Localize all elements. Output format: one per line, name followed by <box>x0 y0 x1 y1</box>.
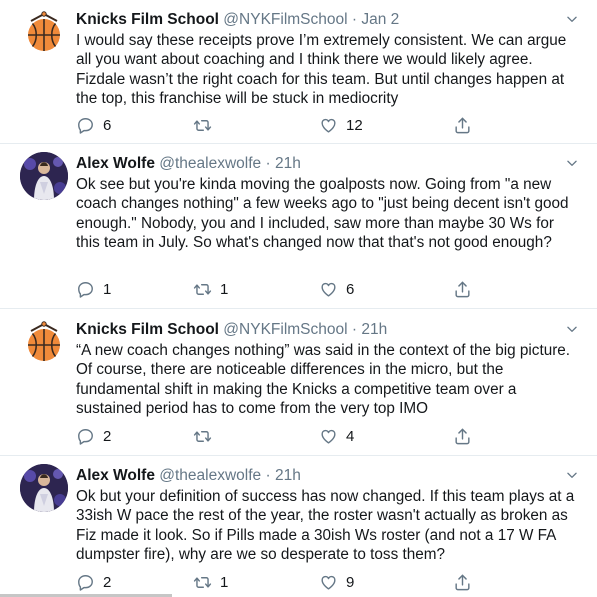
tweet-actions: 1 1 6 <box>76 278 516 300</box>
retweet-count: 1 <box>220 280 229 298</box>
share-button[interactable] <box>453 425 472 447</box>
tweet-actions: 2 4 <box>76 425 516 447</box>
share-button[interactable] <box>453 571 472 593</box>
author-name[interactable]: Knicks Film School <box>76 11 219 28</box>
heart-icon <box>319 116 338 135</box>
reply-count: 6 <box>103 116 112 134</box>
basketball-logo-icon <box>20 318 68 366</box>
share-icon <box>453 427 472 446</box>
reply-icon <box>76 427 95 446</box>
tweet-actions: 6 12 <box>76 114 516 136</box>
tweet-text: Ok see but you're kinda moving the goalp… <box>76 176 569 252</box>
retweet-icon <box>193 427 212 446</box>
tweet-text: I would say these receipts prove I’m ext… <box>76 32 567 108</box>
like-button[interactable]: 4 <box>319 425 354 447</box>
reply-icon <box>76 116 95 135</box>
avatar[interactable] <box>20 464 68 512</box>
share-button[interactable] <box>453 278 472 300</box>
retweet-icon <box>193 573 212 592</box>
heart-icon <box>319 280 338 299</box>
chevron-down-icon[interactable] <box>565 468 579 482</box>
reply-button[interactable]: 2 <box>76 571 111 593</box>
heart-icon <box>319 427 338 446</box>
tweet-header: Alex Wolfe @thealexwolfe · 21h <box>76 154 301 174</box>
person-photo-icon <box>20 152 68 200</box>
author-handle[interactable]: @NYKFilmSchool <box>223 11 347 28</box>
share-button[interactable] <box>453 114 472 136</box>
timestamp[interactable]: 21h <box>361 321 387 338</box>
like-button[interactable]: 9 <box>319 571 354 593</box>
author-name[interactable]: Knicks Film School <box>76 321 219 338</box>
tweet-header: Knicks Film School @NYKFilmSchool · 21h <box>76 320 387 340</box>
like-count: 12 <box>346 116 363 134</box>
reply-count: 2 <box>103 573 112 591</box>
timestamp[interactable]: 21h <box>275 155 301 172</box>
reply-count: 2 <box>103 427 112 445</box>
person-photo-icon <box>20 464 68 512</box>
divider <box>0 455 597 456</box>
retweet-count: 1 <box>220 573 229 591</box>
separator: · <box>265 155 271 172</box>
like-count: 9 <box>346 573 355 591</box>
chevron-down-icon[interactable] <box>565 322 579 336</box>
avatar[interactable] <box>20 8 68 56</box>
author-handle[interactable]: @thealexwolfe <box>159 155 261 172</box>
heart-icon <box>319 573 338 592</box>
timestamp[interactable]: 21h <box>275 467 301 484</box>
retweet-button[interactable]: 1 <box>193 571 228 593</box>
tweet-text: “A new coach changes nothing” was said i… <box>76 342 571 418</box>
reply-icon <box>76 280 95 299</box>
tweet-header: Knicks Film School @NYKFilmSchool · Jan … <box>76 10 399 30</box>
reply-button[interactable]: 2 <box>76 425 111 447</box>
timestamp[interactable]: Jan 2 <box>361 11 399 28</box>
separator: · <box>265 467 271 484</box>
retweet-button[interactable] <box>193 425 220 447</box>
reply-button[interactable]: 6 <box>76 114 111 136</box>
tweet-text: Ok but your definition of success has no… <box>76 488 575 564</box>
like-button[interactable]: 12 <box>319 114 363 136</box>
reply-button[interactable]: 1 <box>76 278 111 300</box>
retweet-icon <box>193 280 212 299</box>
retweet-icon <box>193 116 212 135</box>
avatar[interactable] <box>20 318 68 366</box>
chevron-down-icon[interactable] <box>565 12 579 26</box>
author-name[interactable]: Alex Wolfe <box>76 155 155 172</box>
author-handle[interactable]: @NYKFilmSchool <box>223 321 347 338</box>
divider <box>0 308 597 309</box>
chevron-down-icon[interactable] <box>565 156 579 170</box>
tweet-header: Alex Wolfe @thealexwolfe · 21h <box>76 466 301 486</box>
share-icon <box>453 573 472 592</box>
share-icon <box>453 116 472 135</box>
reply-count: 1 <box>103 280 112 298</box>
reply-icon <box>76 573 95 592</box>
basketball-logo-icon <box>20 8 68 56</box>
divider <box>0 143 597 144</box>
share-icon <box>453 280 472 299</box>
author-name[interactable]: Alex Wolfe <box>76 467 155 484</box>
separator: · <box>351 11 358 28</box>
avatar[interactable] <box>20 152 68 200</box>
like-count: 6 <box>346 280 355 298</box>
separator: · <box>351 321 358 338</box>
author-handle[interactable]: @thealexwolfe <box>159 467 261 484</box>
tweet-actions: 2 1 9 <box>76 571 516 593</box>
like-button[interactable]: 6 <box>319 278 354 300</box>
retweet-button[interactable]: 1 <box>193 278 228 300</box>
retweet-button[interactable] <box>193 114 220 136</box>
like-count: 4 <box>346 427 355 445</box>
